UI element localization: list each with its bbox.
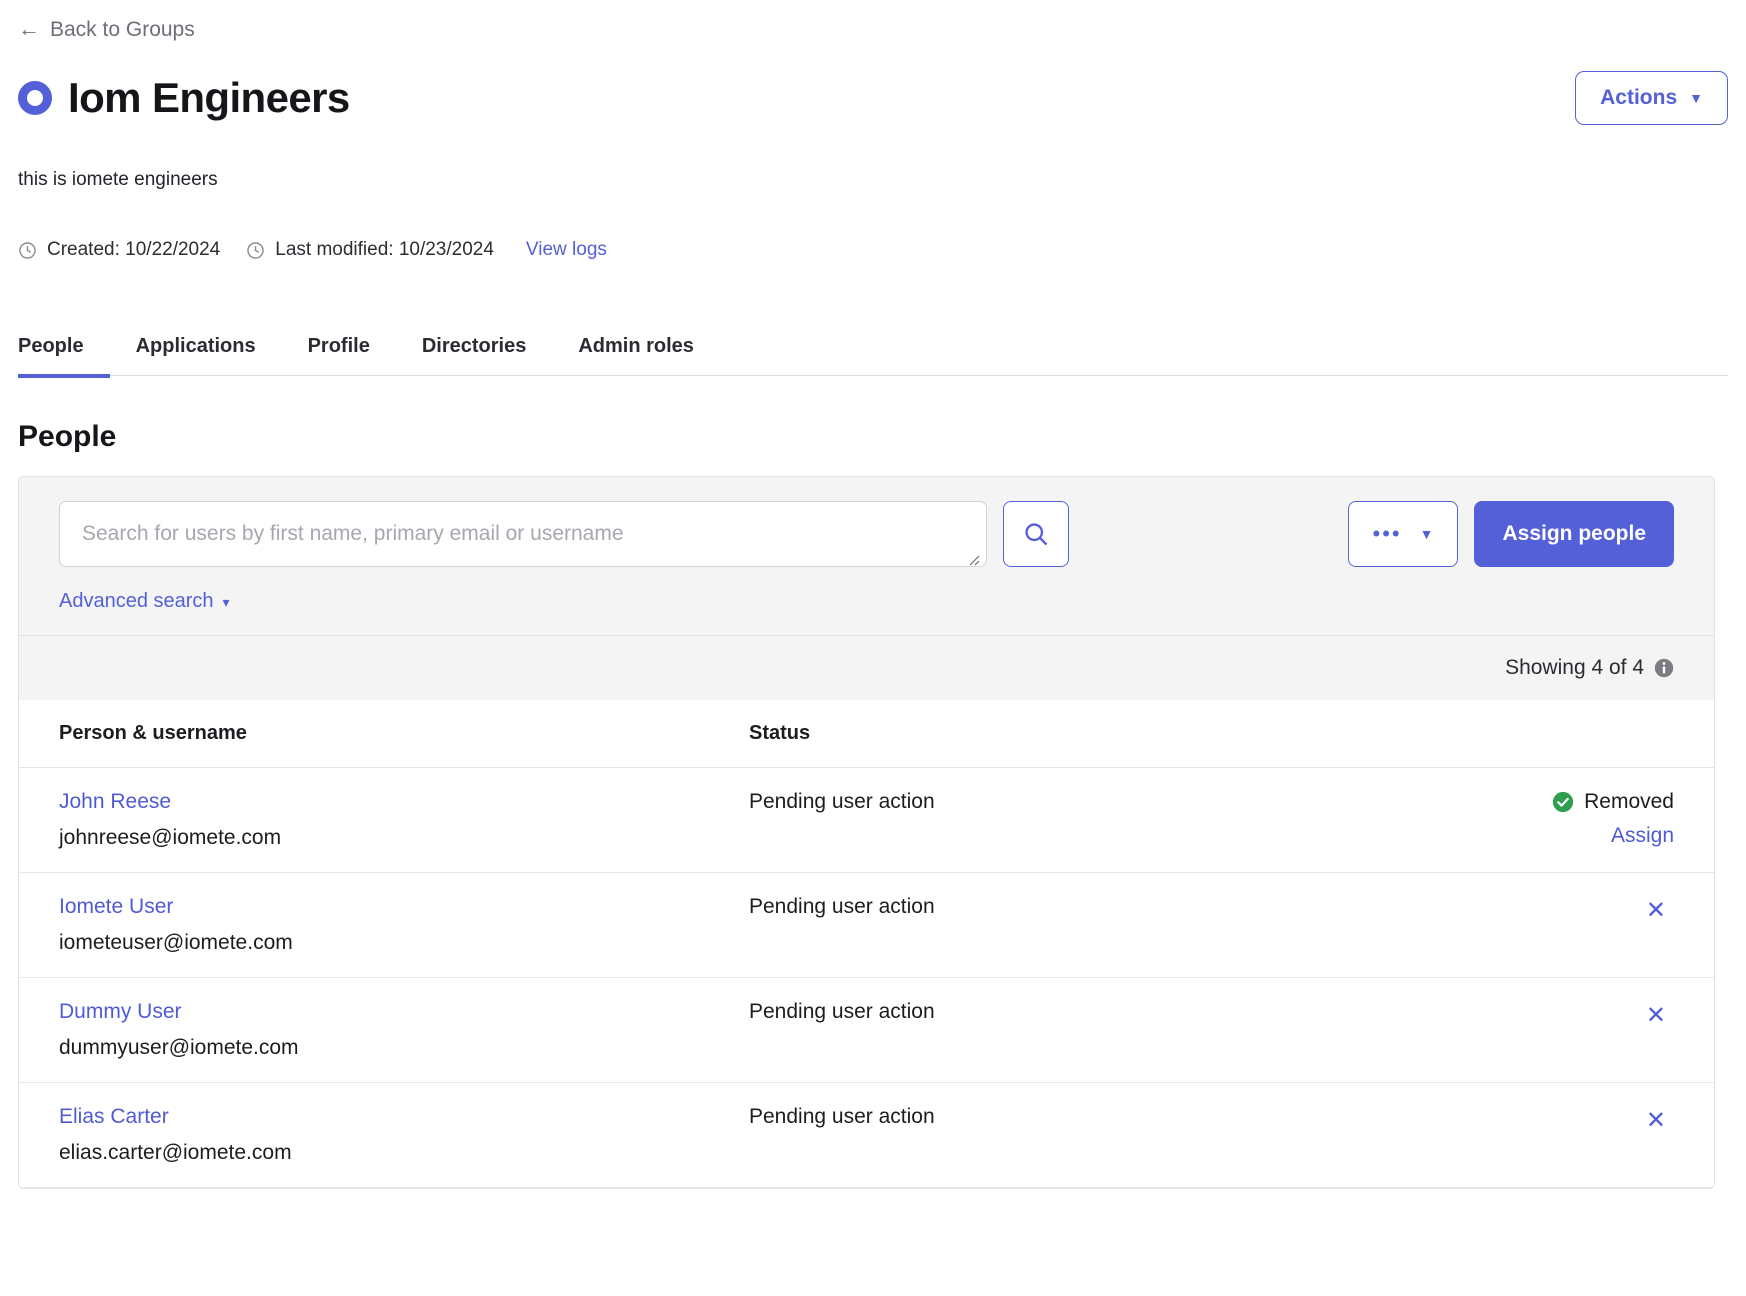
person-cell: Elias Carter elias.carter@iomete.com: [19, 1082, 749, 1188]
action-cell: ✕: [1439, 1082, 1714, 1188]
page-title: Iom Engineers: [68, 73, 350, 121]
remove-person-icon[interactable]: ✕: [1638, 1000, 1674, 1032]
showing-count: Showing 4 of 4: [1505, 656, 1674, 680]
status-cell: Pending user action: [749, 767, 1439, 873]
more-options-button[interactable]: ••• ▼: [1347, 501, 1459, 567]
back-to-groups-link[interactable]: ← Back to Groups: [18, 18, 195, 40]
toolbar-row: ••• ▼ Assign people: [59, 501, 1674, 572]
back-arrow-icon: ←: [18, 16, 40, 41]
remove-person-icon[interactable]: ✕: [1638, 895, 1674, 927]
table-row: Elias Carter elias.carter@iomete.com Pen…: [19, 1082, 1714, 1188]
assign-people-button[interactable]: Assign people: [1474, 501, 1674, 567]
tab-bar: People Applications Profile Directories …: [18, 335, 1728, 378]
actions-button[interactable]: Actions ▼: [1575, 71, 1728, 125]
table-row: Dummy User dummyuser@iomete.com Pending …: [19, 977, 1714, 1083]
showing-bar: Showing 4 of 4: [19, 635, 1714, 700]
chevron-down-icon: ▼: [1689, 90, 1703, 106]
tab-admin-roles[interactable]: Admin roles: [552, 335, 720, 378]
back-to-groups-label: Back to Groups: [50, 17, 195, 41]
showing-count-label: Showing 4 of 4: [1505, 656, 1644, 679]
people-table: Person & username Status John Reese john…: [19, 700, 1714, 1188]
person-cell: Dummy User dummyuser@iomete.com: [19, 977, 749, 1083]
person-cell: John Reese johnreese@iomete.com: [19, 767, 749, 873]
person-name-link[interactable]: Elias Carter: [59, 1105, 749, 1129]
tab-directories[interactable]: Directories: [396, 335, 553, 378]
created-label: Created: 10/22/2024: [47, 239, 221, 260]
actions-button-label: Actions: [1600, 86, 1678, 109]
chevron-down-icon: ▾: [222, 593, 230, 610]
section-title: People: [18, 420, 117, 453]
people-toolbar: ••• ▼ Assign people Advanced search ▾: [19, 477, 1714, 635]
ellipsis-icon: •••: [1372, 521, 1402, 546]
status-text: Pending user action: [749, 895, 935, 918]
person-name-link[interactable]: Iomete User: [59, 895, 749, 919]
person-cell: Iomete User iometeuser@iomete.com: [19, 872, 749, 978]
action-cell: ✕: [1439, 977, 1714, 1083]
person-name-link[interactable]: John Reese: [59, 790, 749, 814]
removed-label: Removed: [1584, 790, 1674, 813]
status-cell: Pending user action: [749, 977, 1439, 1083]
created-meta: Created: 10/22/2024: [18, 239, 220, 261]
last-modified-meta: Last modified: 10/23/2024: [246, 239, 494, 261]
search-field-wrapper: [59, 501, 987, 572]
chevron-down-icon: ▼: [1419, 526, 1434, 542]
tab-applications[interactable]: Applications: [110, 335, 282, 378]
column-header-person: Person & username: [19, 700, 749, 768]
advanced-search-toggle[interactable]: Advanced search ▾: [59, 590, 230, 613]
person-name-link[interactable]: Dummy User: [59, 1000, 749, 1024]
status-text: Pending user action: [749, 1105, 935, 1128]
removed-status-badge: Removed: [1439, 790, 1674, 814]
tab-people[interactable]: People: [18, 335, 110, 378]
assign-link[interactable]: Assign: [1439, 824, 1674, 848]
people-panel: ••• ▼ Assign people Advanced search ▾ Sh…: [18, 476, 1715, 1189]
action-cell: ✕: [1439, 872, 1714, 978]
column-header-status: Status: [749, 700, 1439, 768]
table-row: Iomete User iometeuser@iomete.com Pendin…: [19, 872, 1714, 978]
person-email: iometeuser@iomete.com: [59, 931, 293, 954]
status-cell: Pending user action: [749, 872, 1439, 978]
column-header-action: [1439, 700, 1714, 768]
table-row: John Reese johnreese@iomete.com Pending …: [19, 767, 1714, 873]
clock-icon: [19, 241, 36, 259]
person-email: johnreese@iomete.com: [59, 826, 282, 849]
toolbar-right-actions: ••• ▼ Assign people: [1347, 501, 1674, 567]
person-email: dummyuser@iomete.com: [59, 1036, 299, 1059]
advanced-search-label: Advanced search: [59, 590, 214, 612]
search-icon: [1025, 523, 1048, 546]
info-icon[interactable]: [1654, 658, 1674, 678]
page-header: Iom Engineers Actions ▼: [18, 71, 1728, 125]
search-button[interactable]: [1003, 501, 1069, 567]
group-description: this is iomete engineers: [18, 169, 218, 190]
last-modified-label: Last modified: 10/23/2024: [275, 239, 494, 260]
status-text: Pending user action: [749, 790, 935, 813]
remove-person-icon[interactable]: ✕: [1638, 1105, 1674, 1137]
action-cell: Removed Assign: [1439, 767, 1714, 873]
table-head: Person & username Status: [19, 700, 1714, 768]
metadata-row: Created: 10/22/2024 Last modified: 10/23…: [18, 239, 1728, 261]
search-input[interactable]: [59, 501, 987, 567]
table-header-row: Person & username Status: [19, 700, 1714, 768]
page-header-left: Iom Engineers: [18, 73, 350, 121]
group-ring-icon: [18, 81, 52, 115]
view-logs-link[interactable]: View logs: [526, 239, 607, 261]
table-body: John Reese johnreese@iomete.com Pending …: [19, 767, 1714, 1188]
clock-icon: [247, 241, 264, 259]
status-text: Pending user action: [749, 1000, 935, 1023]
page-root: ← Back to Groups Iom Engineers Actions ▼…: [0, 0, 1746, 1296]
status-cell: Pending user action: [749, 1082, 1439, 1188]
tab-profile[interactable]: Profile: [282, 335, 396, 378]
check-circle-icon: [1553, 791, 1574, 813]
person-email: elias.carter@iomete.com: [59, 1141, 292, 1164]
